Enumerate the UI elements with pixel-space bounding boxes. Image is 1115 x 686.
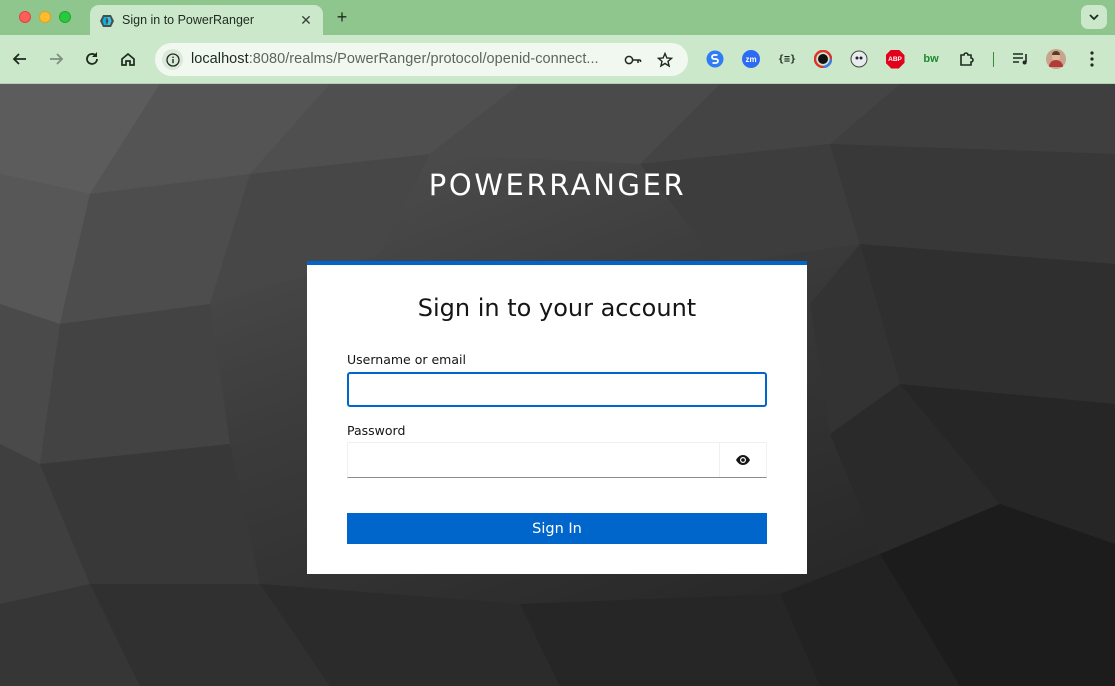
window-close-button[interactable] <box>19 11 31 23</box>
home-button[interactable] <box>118 49 138 69</box>
browser-toolbar: localhost:8080/realms/PowerRanger/protoc… <box>0 35 1115 84</box>
tab-close-icon[interactable]: ✕ <box>297 11 315 29</box>
chevron-down-icon <box>1089 14 1099 21</box>
login-card: Sign in to your account Username or emai… <box>307 261 807 574</box>
back-button[interactable] <box>10 49 30 69</box>
toolbar-divider <box>993 52 994 67</box>
login-page: POWERRANGER Sign in to your account User… <box>0 84 1115 686</box>
window-minimize-button[interactable] <box>39 11 51 23</box>
tab-strip: Sign in to PowerRanger ✕ + <box>0 0 1115 36</box>
arrow-right-icon <box>50 53 64 65</box>
extension-blue-s-icon[interactable] <box>705 49 725 69</box>
address-bar[interactable]: localhost:8080/realms/PowerRanger/protoc… <box>155 43 688 76</box>
tab-search-button[interactable] <box>1081 5 1107 29</box>
username-input[interactable] <box>347 372 767 407</box>
reload-button[interactable] <box>82 49 102 69</box>
tab-title: Sign in to PowerRanger <box>122 13 255 27</box>
bitwarden-icon[interactable]: bw <box>921 49 941 69</box>
arrow-left-icon <box>12 53 26 65</box>
url-host: localhost <box>191 51 249 67</box>
color-picker-icon[interactable] <box>813 49 833 69</box>
password-label: Password <box>347 423 406 438</box>
forward-button[interactable] <box>46 49 66 69</box>
password-input[interactable] <box>348 443 720 477</box>
profile-avatar[interactable] <box>1046 49 1066 69</box>
password-manager-key-icon[interactable] <box>624 51 642 69</box>
keycloak-favicon-icon <box>100 15 114 27</box>
new-tab-button[interactable]: + <box>333 8 351 26</box>
info-icon <box>165 52 180 67</box>
url-path: :8080/realms/PowerRanger/protocol/openid… <box>248 51 599 67</box>
ghost-extension-icon[interactable] <box>849 49 869 69</box>
eye-icon <box>736 455 750 465</box>
site-info-button[interactable] <box>162 49 183 70</box>
adblock-plus-icon[interactable]: ABP <box>885 49 905 69</box>
tab-active[interactable]: Sign in to PowerRanger ✕ <box>90 5 323 36</box>
home-icon <box>121 52 135 66</box>
zoom-extension-icon[interactable]: zm <box>741 49 761 69</box>
login-heading: Sign in to your account <box>417 294 697 322</box>
realm-title: POWERRANGER <box>428 168 687 202</box>
extensions-puzzle-icon[interactable] <box>957 49 977 69</box>
bookmark-star-icon[interactable] <box>656 51 674 69</box>
password-field-group <box>347 442 767 478</box>
sign-in-button[interactable]: Sign In <box>347 513 767 544</box>
browser-menu-icon[interactable] <box>1082 49 1102 69</box>
json-formatter-icon[interactable]: {≡} <box>777 49 797 69</box>
url-text[interactable]: localhost:8080/realms/PowerRanger/protoc… <box>191 51 599 67</box>
window-maximize-button[interactable] <box>59 11 71 23</box>
show-password-button[interactable] <box>719 443 766 477</box>
media-controls-icon[interactable] <box>1011 49 1031 69</box>
reload-icon <box>86 52 98 65</box>
username-label: Username or email <box>347 352 466 367</box>
